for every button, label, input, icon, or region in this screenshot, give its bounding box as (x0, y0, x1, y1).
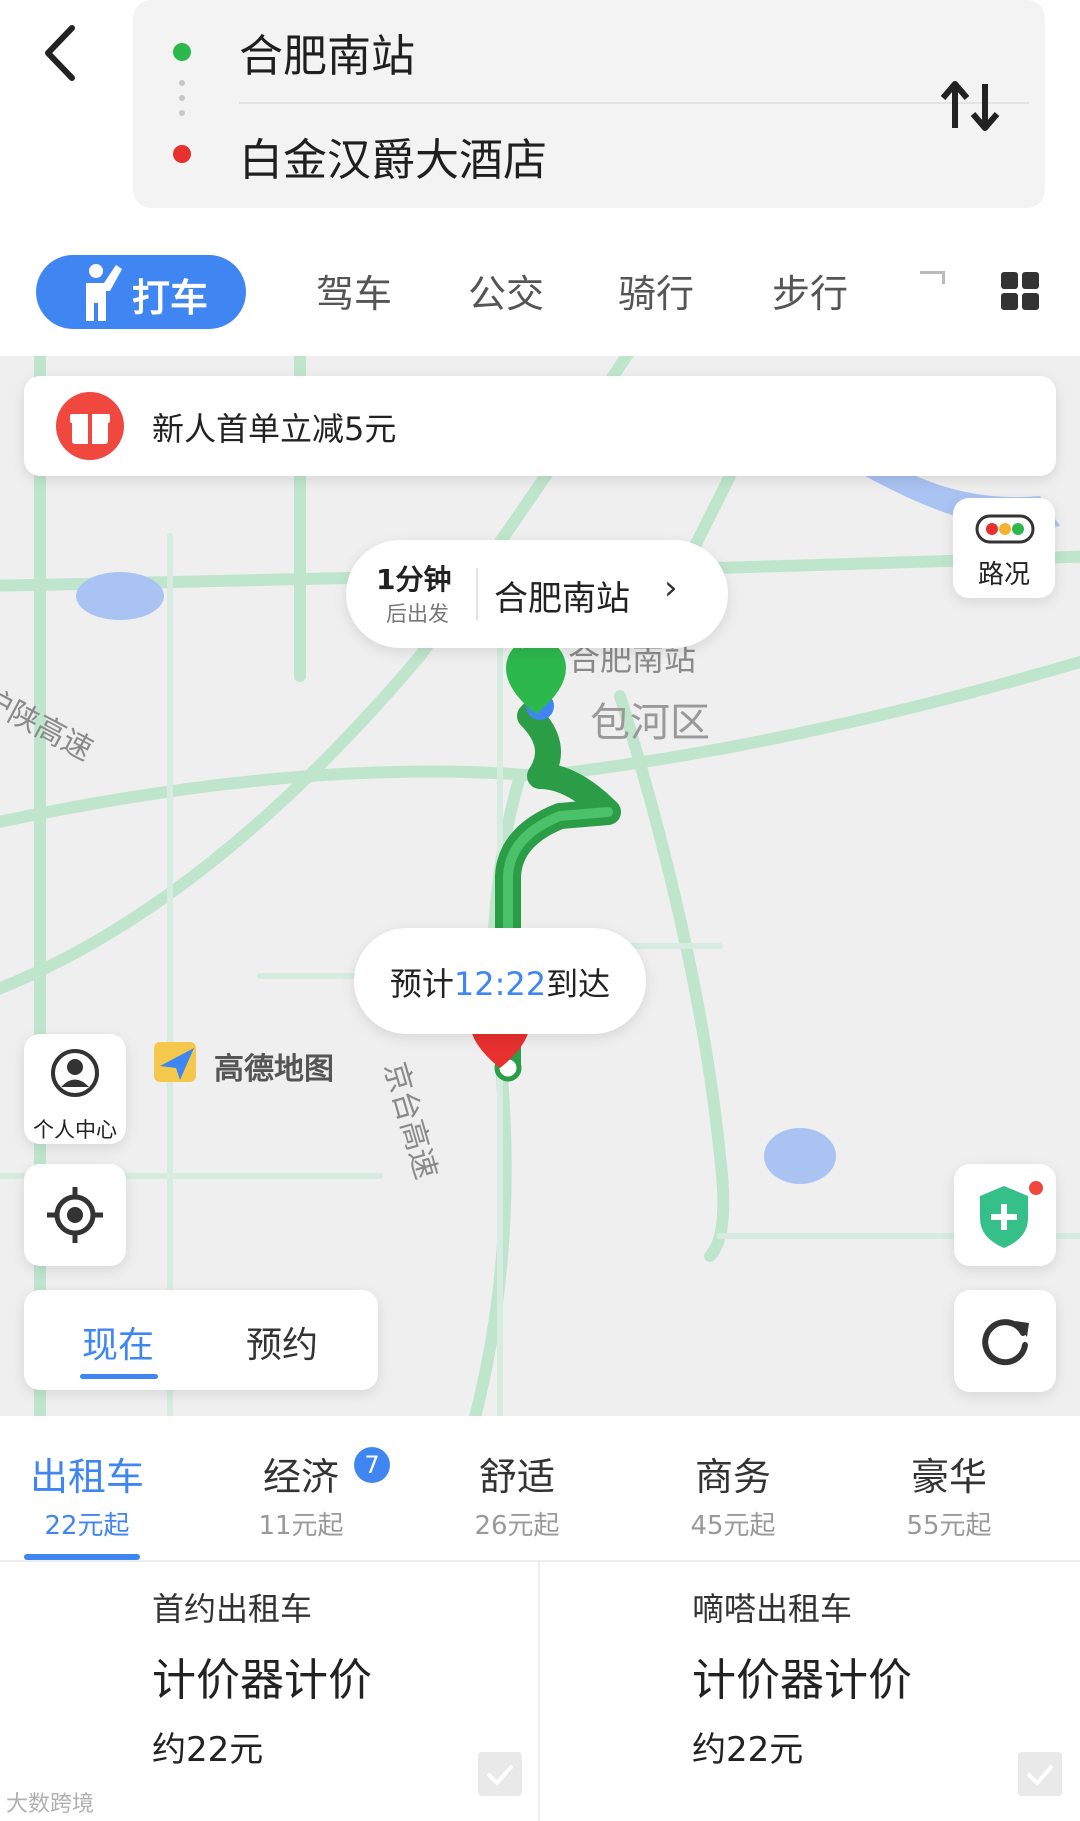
class-tab-comfort[interactable]: 舒适 26元起 (422, 1446, 612, 1542)
class-tab-business[interactable]: 商务 45元起 (638, 1446, 828, 1542)
active-class-underline (24, 1554, 140, 1560)
offer-checkbox[interactable] (478, 1752, 522, 1796)
car-class-tabs: 出租车 22元起 经济 11元起 7 舒适 26元起 商务 45元起 豪华 55… (0, 1416, 1080, 1562)
travel-mode-tabs: 打车 驾车 公交 骑行 步行 (0, 235, 1080, 345)
bubble-divider (476, 568, 478, 620)
origin-dot-icon (173, 43, 191, 61)
class-price: 45元起 (690, 1511, 776, 1541)
class-tab-taxi[interactable]: 出租车 22元起 (0, 1446, 182, 1542)
tab-bike[interactable]: 骑行 (618, 263, 694, 318)
check-icon (1026, 1764, 1054, 1786)
ride-time-toggle: 现在 预约 (24, 1290, 378, 1390)
depart-subtitle: 后出发 (386, 602, 449, 626)
ride-offers: 首约出租车 计价器计价 约22元 嘀嗒出租车 计价器计价 约22元 (0, 1562, 1080, 1821)
locate-me-button[interactable] (24, 1164, 126, 1266)
eta-suffix: 到达 (546, 965, 611, 1003)
depart-station: 合肥南站 (494, 579, 630, 619)
route-map[interactable]: 起 终 合肥南站 包河区 沪陕高速 京台高速 高德地图 新人首单立减5元 路况 … (0, 356, 1080, 1416)
offer-provider: 嘀嗒出租车 (692, 1590, 853, 1628)
class-name: 舒适 (478, 1455, 555, 1499)
offer-card[interactable]: 首约出租车 计价器计价 约22元 (0, 1562, 538, 1821)
class-price: 26元起 (474, 1511, 560, 1541)
user-avatar-icon (51, 1049, 99, 1097)
offer-checkbox[interactable] (1018, 1752, 1062, 1796)
destination-input[interactable]: 白金汉爵大酒店 (239, 124, 547, 188)
map-roads (0, 356, 1080, 1416)
traffic-light-icon (975, 514, 1035, 544)
eta-prefix: 预计 (389, 965, 454, 1003)
option-reserve[interactable]: 预约 (246, 1316, 318, 1368)
class-price: 11元起 (258, 1511, 344, 1541)
active-option-underline (80, 1374, 158, 1379)
watermark: 大数跨境 (6, 1792, 95, 1817)
depart-minutes: 1分钟 (376, 563, 452, 596)
chevron-left-icon (45, 25, 75, 81)
promo-text: 新人首单立减5元 (152, 410, 397, 448)
destination-dot-icon (173, 145, 191, 163)
route-link-dot (179, 95, 185, 101)
refresh-button[interactable] (954, 1290, 1056, 1392)
tab-bus[interactable]: 公交 (468, 263, 544, 318)
departure-bubble[interactable]: 1分钟 后出发 合肥南站 › (346, 540, 728, 648)
refresh-icon (982, 1319, 1029, 1366)
swap-arrows-icon (940, 81, 1000, 131)
safety-center-button[interactable] (954, 1164, 1056, 1266)
origin-input[interactable]: 合肥南站 (239, 20, 415, 84)
offer-price: 约22元 (692, 1730, 804, 1770)
tab-overflow-hint (920, 271, 945, 284)
traffic-label: 路况 (977, 560, 1030, 590)
economy-count-badge: 7 (354, 1447, 390, 1483)
crosshair-icon (47, 1187, 103, 1243)
eta-bubble: 预计12:22到达 (354, 928, 646, 1034)
tab-walk[interactable]: 步行 (772, 263, 848, 318)
offer-pricing-mode: 计价器计价 (692, 1655, 912, 1706)
option-now[interactable]: 现在 (82, 1316, 154, 1368)
class-tab-luxury[interactable]: 豪华 55元起 (854, 1446, 1044, 1542)
grid-icon (1001, 272, 1039, 310)
tab-drive[interactable]: 驾车 (316, 263, 392, 318)
class-name: 出租车 (29, 1455, 144, 1499)
route-divider (239, 102, 1029, 104)
route-link-dot (179, 110, 185, 116)
offer-price: 约22元 (152, 1730, 264, 1770)
profile-center-button[interactable]: 个人中心 (24, 1034, 126, 1144)
back-button[interactable] (30, 18, 100, 88)
chevron-right-icon: › (664, 568, 678, 608)
hail-taxi-icon (86, 264, 122, 321)
tab-taxi-label: 打车 (132, 276, 209, 320)
promo-banner[interactable]: 新人首单立减5元 (24, 376, 1056, 476)
traffic-toggle-button[interactable]: 路况 (953, 498, 1055, 598)
check-icon (486, 1764, 514, 1786)
class-name: 商务 (694, 1455, 771, 1499)
class-price: 22元起 (44, 1511, 130, 1541)
offer-provider: 首约出租车 (152, 1590, 313, 1628)
district-map-label: 包河区 (590, 700, 710, 746)
offer-pricing-mode: 计价器计价 (152, 1655, 372, 1706)
eta-time: 12:22 (453, 965, 547, 1003)
class-name: 豪华 (910, 1455, 987, 1499)
more-modes-button[interactable] (1000, 271, 1040, 311)
route-card: 合肥南站 白金汉爵大酒店 (133, 0, 1045, 208)
route-header: 合肥南站 白金汉爵大酒店 (0, 0, 1080, 230)
amap-logo-icon (150, 1036, 200, 1086)
offer-card[interactable]: 嘀嗒出租车 计价器计价 约22元 (540, 1562, 1078, 1821)
route-link-dot (179, 80, 185, 86)
class-price: 55元起 (906, 1511, 992, 1541)
amap-logo-text: 高德地图 (214, 1052, 334, 1087)
tab-taxi[interactable]: 打车 (36, 255, 246, 329)
swap-route-button[interactable] (933, 70, 1013, 140)
gift-icon (56, 392, 124, 460)
profile-center-label: 个人中心 (33, 1118, 117, 1142)
shield-plus-icon (980, 1181, 1043, 1248)
